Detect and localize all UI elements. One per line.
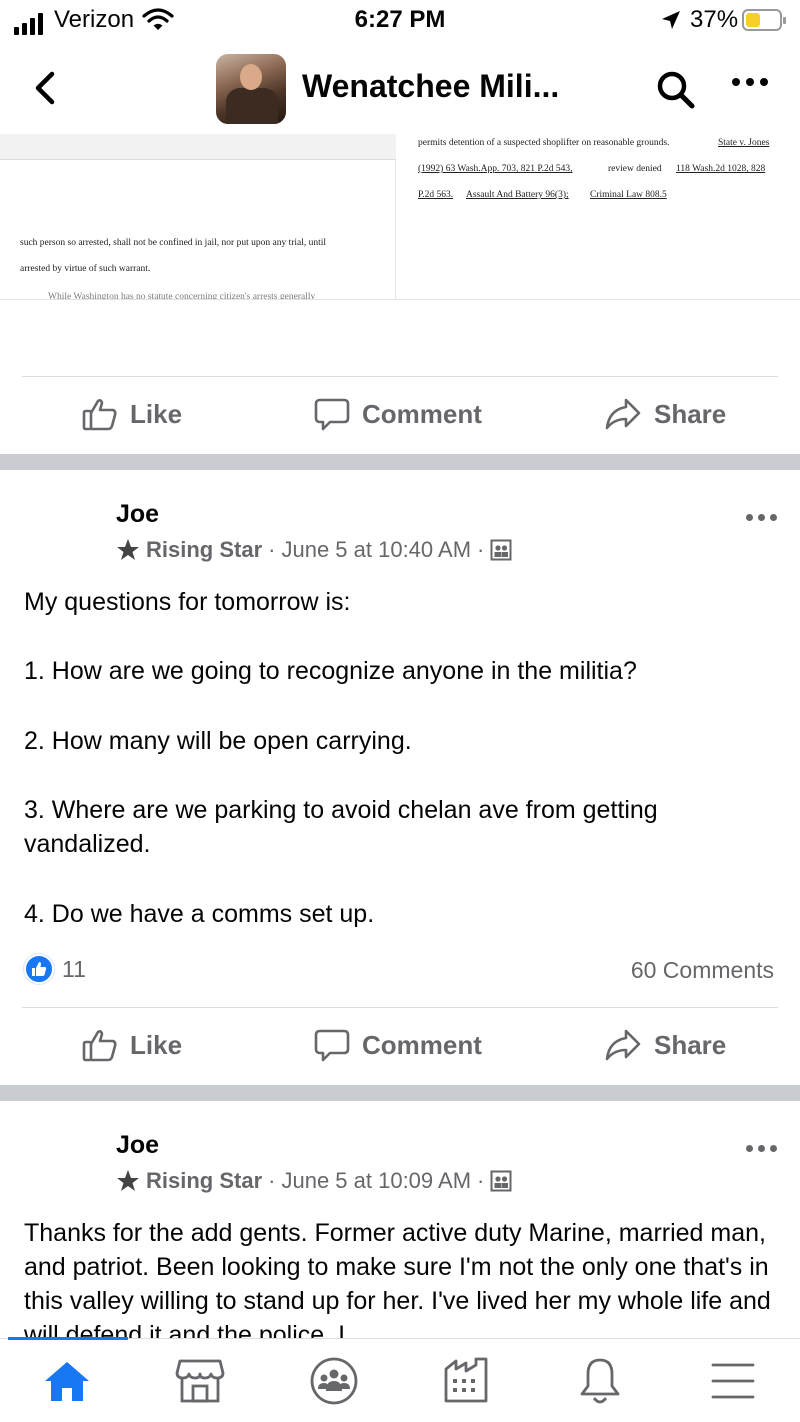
group-avatar[interactable] xyxy=(216,54,286,124)
post-text-line: 2. How many will be open carrying. xyxy=(24,727,412,755)
status-bar: Verizon 6:27 PM 37% xyxy=(0,0,800,42)
member-badge[interactable]: Rising Star xyxy=(146,537,262,563)
document-page-left: such person so arrested, shall not be co… xyxy=(0,134,396,300)
group-audience-icon xyxy=(490,539,512,561)
like-button[interactable]: Like xyxy=(82,1027,182,1063)
feed-post: Joe Rising Star · June 5 at 10:40 AM · M… xyxy=(0,470,800,1086)
home-icon[interactable] xyxy=(37,1351,97,1411)
share-button[interactable]: Share xyxy=(604,396,726,432)
document-line: While Washington has no statute concerni… xyxy=(48,292,316,300)
document-line: State v. Jones xyxy=(718,138,770,148)
pages-icon[interactable] xyxy=(437,1351,497,1411)
post-body: Thanks for the add gents. Former active … xyxy=(24,1219,771,1338)
comment-count-link[interactable]: 60 Comments xyxy=(631,957,774,984)
like-reaction-icon xyxy=(24,954,54,984)
post-meta: Rising Star · June 5 at 10:09 AM · xyxy=(116,1168,512,1194)
post-action-bar: Like Comment Share xyxy=(0,1007,800,1083)
search-icon xyxy=(657,71,695,109)
like-label: Like xyxy=(130,398,183,429)
document-line: arrested by virtue of such warrant. xyxy=(20,264,151,274)
battery-icon xyxy=(742,9,786,31)
post-text-line: My questions for tomorrow is: xyxy=(24,588,351,616)
meta-separator: · xyxy=(268,1168,276,1193)
post-meta: Rising Star · June 5 at 10:40 AM · xyxy=(116,537,512,563)
back-button[interactable] xyxy=(28,66,64,110)
comment-button[interactable]: Comment xyxy=(314,396,482,432)
feed-post: Joe Rising Star · June 5 at 10:09 AM · T… xyxy=(0,1101,800,1338)
notifications-icon[interactable] xyxy=(570,1351,630,1411)
post-attachment-image[interactable]: such person so arrested, shall not be co… xyxy=(0,134,800,300)
comment-bubble-icon xyxy=(314,1029,350,1062)
active-tab-indicator xyxy=(8,1337,128,1340)
post-text-line: 1. How are we going to recognize anyone … xyxy=(24,657,637,685)
back-chevron-icon xyxy=(35,71,55,105)
group-header: Wenatchee Mili... xyxy=(0,42,800,134)
share-label: Share xyxy=(654,398,727,429)
document-line: 118 Wash.2d 1028, 828 xyxy=(676,164,766,174)
groups-icon[interactable] xyxy=(304,1351,364,1411)
section-separator xyxy=(0,1085,800,1101)
rising-star-badge-icon xyxy=(117,539,139,560)
post-text-line: 4. Do we have a comms set up. xyxy=(24,900,375,928)
meta-separator: · xyxy=(477,1168,485,1193)
post-author[interactable]: Joe xyxy=(116,500,159,529)
document-line: (1992) 63 Wash.App. 703, 821 P.2d 543, xyxy=(418,164,573,174)
menu-icon[interactable] xyxy=(703,1351,763,1411)
share-label: Share xyxy=(654,1029,727,1060)
comment-bubble-icon xyxy=(314,398,350,431)
share-button[interactable]: Share xyxy=(604,1027,726,1063)
post-author[interactable]: Joe xyxy=(116,1131,159,1160)
document-line: P.2d 563. xyxy=(418,190,454,200)
share-arrow-icon xyxy=(605,1029,641,1061)
like-button[interactable]: Like xyxy=(82,396,182,432)
document-line: Assault And Battery 96(3); xyxy=(466,190,569,200)
member-badge[interactable]: Rising Star xyxy=(146,1168,262,1194)
group-audience-icon xyxy=(490,1170,512,1192)
post-action-bar: Like Comment Share xyxy=(0,376,800,452)
reaction-summary[interactable]: 11 xyxy=(24,954,86,984)
share-arrow-icon xyxy=(605,398,641,430)
marketplace-icon[interactable] xyxy=(170,1351,230,1411)
document-line: review denied xyxy=(608,164,662,174)
post-text-line: 3. Where are we parking to avoid chelan … xyxy=(24,796,658,858)
section-separator xyxy=(0,454,800,470)
like-label: Like xyxy=(130,1029,183,1060)
post-options-icon[interactable] xyxy=(746,1145,777,1152)
document-line: such person so arrested, shall not be co… xyxy=(20,238,327,248)
meta-separator: · xyxy=(268,537,276,562)
location-arrow-icon xyxy=(660,9,682,36)
comment-label: Comment xyxy=(362,398,482,429)
document-line: permits detention of a suspected shoplif… xyxy=(418,138,670,148)
post-timestamp[interactable]: June 5 at 10:40 AM xyxy=(281,537,471,563)
rising-star-badge-icon xyxy=(117,1170,139,1191)
more-icon[interactable] xyxy=(732,78,768,86)
search-button[interactable] xyxy=(654,68,698,112)
battery-percent: 37% xyxy=(690,6,739,33)
thumbs-up-icon xyxy=(82,1030,117,1062)
comment-label: Comment xyxy=(362,1029,482,1060)
post-timestamp[interactable]: June 5 at 10:09 AM xyxy=(281,1168,471,1194)
document-line: Criminal Law 808.5 xyxy=(590,190,667,200)
thumbs-up-icon xyxy=(82,399,117,431)
meta-separator: · xyxy=(477,537,485,562)
group-title[interactable]: Wenatchee Mili... xyxy=(302,68,559,105)
post-options-icon[interactable] xyxy=(746,514,777,521)
bottom-navigation xyxy=(0,1337,800,1422)
reaction-count: 11 xyxy=(62,955,86,982)
comment-button[interactable]: Comment xyxy=(314,1027,482,1063)
